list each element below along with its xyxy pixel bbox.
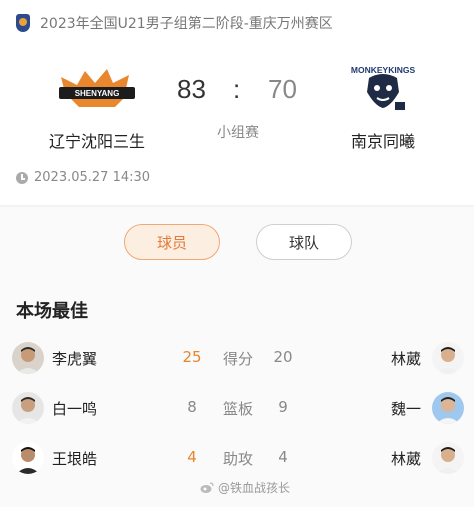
svg-text:SHENYANG: SHENYANG [75,89,120,98]
tab-players[interactable]: 球员 [124,224,220,260]
tab-teams[interactable]: 球队 [256,224,352,260]
match-datetime: 2023.05.27 14:30 [34,170,151,185]
avatar[interactable] [12,442,44,474]
home-score: 83 [177,74,206,104]
avatar[interactable] [432,392,464,424]
left-player-name[interactable]: 白一鸣 [52,398,97,419]
avatar[interactable] [12,392,44,424]
left-value: 8 [187,398,197,416]
score-separator: : [233,74,241,104]
stat-label: 助攻 [222,450,253,468]
watermark: @铁血战孩长 [200,479,290,496]
left-value: 25 [182,348,202,366]
away-team[interactable]: MONKEYKINGS 南京同曦 [308,58,458,152]
right-player-name[interactable]: 魏一 [391,398,421,419]
away-team-logo: MONKEYKINGS [308,58,458,116]
match-stage: 小组赛 [217,125,259,141]
away-team-name: 南京同曦 [350,132,415,151]
player-avatar-icon [12,392,44,424]
avatar[interactable] [432,442,464,474]
right-value: 9 [278,398,288,416]
right-value: 4 [278,448,288,466]
stats-panel: 球员 球队 本场最佳 李虎翼 25 得分 20 林葳 白一鸣 8 篮板 9 魏一… [0,207,474,507]
right-value: 20 [273,348,293,366]
home-team-logo: SHENYANG [22,58,172,116]
league-logo-icon [16,14,30,32]
home-team[interactable]: SHENYANG 辽宁沈阳三生 [22,58,172,152]
best-players-title: 本场最佳 [16,301,88,322]
player-avatar-icon [12,442,44,474]
left-value: 4 [187,448,197,466]
stat-label: 篮板 [222,400,253,418]
monkey-king-logo-icon: MONKEYKINGS [351,65,415,110]
player-avatar-icon [12,342,44,374]
datetime-row: 2023.05.27 14:30 [16,170,150,185]
match-header: 2023年全国U21男子组第二阶段-重庆万州赛区 SHENYANG 辽宁沈阳三生… [0,0,474,205]
league-title: 2023年全国U21男子组第二阶段-重庆万州赛区 [40,16,333,32]
player-avatar-icon [432,442,464,474]
best-row-points: 李虎翼 25 得分 20 林葳 [0,338,474,378]
watermark-text: @铁血战孩长 [218,481,291,495]
weibo-icon [200,481,214,493]
avatar[interactable] [12,342,44,374]
best-row-rebounds: 白一鸣 8 篮板 9 魏一 [0,388,474,428]
avatar[interactable] [432,342,464,374]
player-avatar-icon [432,342,464,374]
best-row-assists: 王垠皓 4 助攻 4 林葳 [0,438,474,478]
away-score: 70 [268,74,297,104]
tiger-logo-icon: SHENYANG [59,69,135,107]
stat-label: 得分 [222,350,253,368]
left-player-name[interactable]: 李虎翼 [52,348,97,369]
player-avatar-icon [432,392,464,424]
clock-icon [16,171,28,184]
right-player-name[interactable]: 林葳 [391,348,421,369]
left-player-name[interactable]: 王垠皓 [52,448,97,469]
league-row: 2023年全国U21男子组第二阶段-重庆万州赛区 [16,11,333,35]
home-team-name: 辽宁沈阳三生 [48,132,145,151]
right-player-name[interactable]: 林葳 [391,448,421,469]
svg-text:MONKEYKINGS: MONKEYKINGS [351,65,415,75]
